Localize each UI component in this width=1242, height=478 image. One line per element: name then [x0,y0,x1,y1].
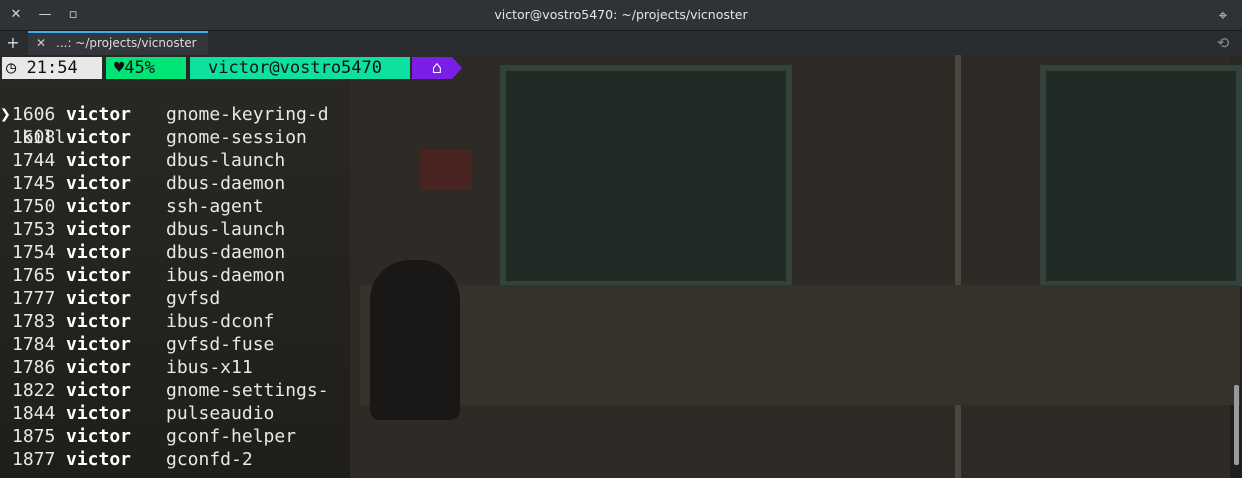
process-command: pulseaudio [166,403,275,424]
process-pid: 1608 [12,127,56,148]
process-pid: 1877 [12,449,56,470]
process-command: gvfsd [166,288,221,309]
process-command: gconf-helper [166,426,297,447]
process-user: victor [66,449,132,470]
process-command: ibus-dconf [166,311,275,332]
clock-icon: ◷ [6,58,17,78]
command-line: ❯ kill [0,80,65,148]
background-pole [955,55,961,478]
process-command: gconfd-2 [166,449,253,470]
prompt-time: 21:54 [26,58,78,78]
process-user: victor [66,334,132,355]
prompt-battery-segment: ♥45% [106,57,186,79]
process-user: victor [66,219,132,240]
process-command: dbus-launch [166,150,286,171]
background-balcony [360,285,1240,405]
background-sign [420,150,472,190]
process-command: ibus-daemon [166,265,286,286]
process-user: victor [66,357,132,378]
process-pid: 1744 [12,150,56,171]
heart-icon: ♥ [114,58,125,78]
process-command: dbus-launch [166,219,286,240]
target-icon: ⌖ [1218,6,1228,24]
prompt-battery: 45% [124,58,155,78]
process-user: victor [66,150,132,171]
history-icon: ⟲ [1216,34,1230,52]
process-pid: 1875 [12,426,56,447]
background-figure [370,260,460,420]
process-user: victor [66,426,132,447]
window-menu-button[interactable]: ⌖ [1214,6,1232,24]
process-pid: 1777 [12,288,56,309]
process-user: victor [66,196,132,217]
process-command: gnome-session [166,127,307,148]
process-user: victor [66,288,132,309]
prompt-home-segment: ⌂ [412,57,462,79]
process-command: ssh-agent [166,196,264,217]
process-pid: 1745 [12,173,56,194]
prompt-user-host: victor@vostro5470 [208,58,382,78]
tab-bar: + ✕ ...: ~/projects/vicnoster ⟲ [0,31,1242,55]
process-pid: 1606 [12,104,56,125]
background-window-right [1040,65,1242,287]
process-user: victor [66,104,132,125]
process-pid: 1765 [12,265,56,286]
process-user: victor [66,265,132,286]
new-tab-button[interactable]: + [4,34,22,52]
process-command: gvfsd-fuse [166,334,275,355]
process-pid: 1784 [12,334,56,355]
process-user: victor [66,403,132,424]
tab-label: ...: ~/projects/vicnoster [56,36,197,50]
process-user: victor [66,127,132,148]
history-button[interactable]: ⟲ [1214,34,1232,52]
process-command: gnome-settings- [166,380,329,401]
terminal-area[interactable]: ◷ 21:54 ♥45% victor@vostro5470 ⌂ ❯ kill … [0,55,1242,478]
process-pid: 1844 [12,403,56,424]
tab-vicnoster[interactable]: ✕ ...: ~/projects/vicnoster [28,31,208,55]
process-pid: 1750 [12,196,56,217]
process-pid: 1786 [12,357,56,378]
process-pid: 1822 [12,380,56,401]
plus-icon: + [6,33,20,52]
process-command: dbus-daemon [166,173,286,194]
prompt-user-segment: victor@vostro5470 [190,57,410,79]
process-command: gnome-keyring-d [166,104,329,125]
background-window-left [500,65,792,287]
process-user: victor [66,311,132,332]
scrollbar[interactable] [1234,385,1239,465]
window-title: victor@vostro5470: ~/projects/vicnoster [494,7,748,22]
process-pid: 1754 [12,242,56,263]
process-user: victor [66,242,132,263]
process-command: ibus-x11 [166,357,253,378]
process-user: victor [66,173,132,194]
process-pid: 1753 [12,219,56,240]
process-user: victor [66,380,132,401]
title-bar: ✕ — ▫ victor@vostro5470: ~/projects/vicn… [0,0,1242,31]
prompt-arrow-icon: ❯ [0,104,11,125]
close-tab-icon[interactable]: ✕ [34,33,48,54]
process-pid: 1783 [12,311,56,332]
home-icon: ⌂ [431,58,443,78]
prompt-time-segment: ◷ 21:54 [2,57,102,79]
process-command: dbus-daemon [166,242,286,263]
